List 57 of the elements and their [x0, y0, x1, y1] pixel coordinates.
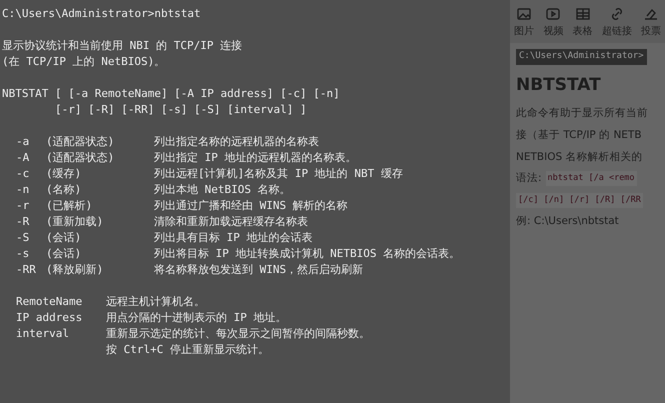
- option-description: 列出指定名称的远程机器的名称表: [154, 134, 319, 150]
- option-label: (名称): [46, 182, 82, 198]
- parameter-name: RemoteName: [16, 294, 84, 310]
- option-name: -c: [16, 166, 30, 182]
- description-line: (在 TCP/IP 上的 NetBIOS)。: [2, 54, 166, 70]
- article-heading: NBTSTAT: [516, 74, 602, 96]
- toolbar-button[interactable]: 图片: [513, 6, 535, 39]
- command-prompt-line: C:\Users\Administrator>nbtstat: [2, 6, 201, 22]
- option-description: 列出本地 NetBIOS 名称。: [154, 182, 291, 198]
- parameter-description: 重新显示选定的统计、每次显示之间暂停的间隔秒数。: [106, 326, 370, 342]
- toolbar-button[interactable]: 超链接: [600, 6, 633, 39]
- option-label: (适配器状态): [46, 150, 116, 166]
- option-name: -n: [16, 182, 30, 198]
- option-description: 列出远程[计算机]名称及其 IP 地址的 NBT 缓存: [154, 166, 403, 182]
- option-description: 将名称释放包发送到 WINS，然后启动刷新: [154, 262, 364, 278]
- code-snippet: C:\Users\Administrator>: [516, 49, 647, 64]
- parameter-description: 远程主机计算机名。: [106, 294, 205, 310]
- option-name: -S: [16, 230, 30, 246]
- option-name: -RR: [16, 262, 37, 278]
- syntax-label: 语法:: [516, 171, 542, 186]
- option-name: -r: [16, 198, 30, 214]
- option-label: (适配器状态): [46, 134, 116, 150]
- option-name: -s: [16, 246, 30, 262]
- option-label: (缓存): [46, 166, 82, 182]
- toolbar-button[interactable]: 视频: [542, 6, 564, 39]
- option-label: (释放刷新): [46, 262, 104, 278]
- option-description: 列出将目标 IP 地址转换成计算机 NETBIOS 名称的会话表。: [154, 246, 460, 262]
- option-name: -R: [16, 214, 30, 230]
- parameter-description: 用点分隔的十进制表示的 IP 地址。: [106, 310, 286, 326]
- syntax-code: nbtstat [/a <remo: [546, 171, 637, 186]
- table-icon: [574, 6, 590, 22]
- paragraph-text: 此命令有助于显示所有当前: [516, 106, 649, 121]
- toolbar-button[interactable]: 投票: [640, 6, 662, 39]
- paragraph-text: NETBIOS 名称解析相关的: [516, 150, 644, 164]
- option-name: -a: [16, 134, 30, 150]
- paragraph-text: 接（基于 TCP/IP 的 NETB: [516, 128, 643, 143]
- description-line: 显示协议统计和当前使用 NBI 的 TCP/IP 连接: [2, 38, 242, 54]
- parameter-description: 按 Ctrl+C 停止重新显示统计。: [106, 342, 269, 358]
- option-label: (重新加载): [46, 214, 104, 230]
- option-label: (已解析): [46, 198, 94, 214]
- option-description: 列出通过广播和经由 WINS 解析的名称: [154, 198, 348, 214]
- ballot-icon: [643, 6, 659, 22]
- option-description: 列出具有目标 IP 地址的会话表: [154, 230, 312, 246]
- parameter-name: interval: [16, 326, 70, 342]
- usage-line: NBTSTAT [ [-a RemoteName] [-A IP address] [-c] [-n]: [2, 86, 340, 102]
- syntax-code: [/c] [/n] [/r] [/R] [/RR: [516, 193, 643, 208]
- toolbar-button[interactable]: 表格: [572, 6, 594, 39]
- image-icon: [516, 6, 532, 22]
- example-text: 例: C:\Users\nbtstat: [516, 214, 620, 229]
- option-description: 列出指定 IP 地址的远程机器的名称表。: [154, 150, 356, 166]
- parameter-name: IP address: [16, 310, 84, 326]
- option-label: (会话): [46, 230, 82, 246]
- option-description: 清除和重新加载远程缓存名称表: [154, 214, 308, 230]
- option-label: (会话): [46, 246, 82, 262]
- video-icon: [545, 6, 562, 22]
- option-name: -A: [16, 150, 30, 166]
- usage-line: [-r] [-R] [-RR] [-s] [-S] [interval] ]: [54, 102, 307, 118]
